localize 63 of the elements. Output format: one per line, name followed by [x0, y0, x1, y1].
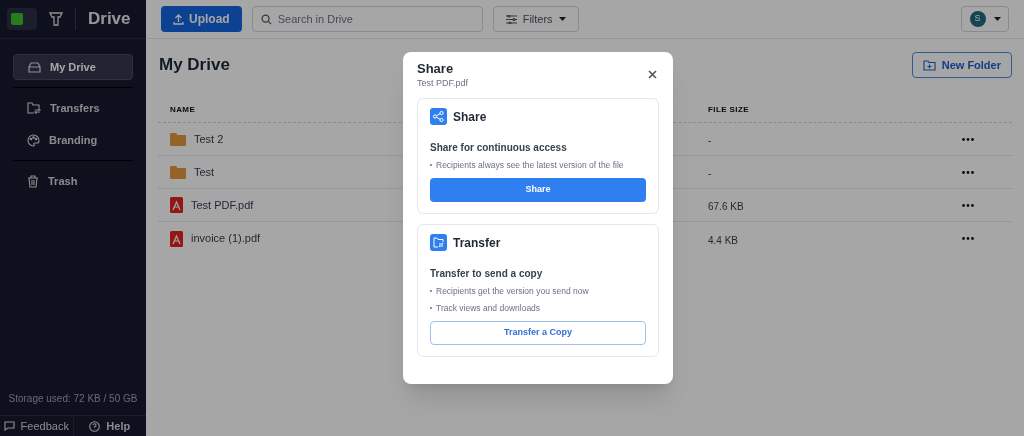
column-header: NAME: [170, 104, 196, 114]
close-icon: [647, 69, 657, 79]
upload-icon: [173, 13, 184, 25]
column-header: FILE SIZE: [708, 104, 749, 114]
transfer-copy-button[interactable]: Transfer a Copy: [430, 320, 646, 345]
bullet-text: Track views and downloads: [436, 301, 541, 315]
file-name: Test PDF.pdf: [417, 77, 469, 91]
filters-button[interactable]: Filters: [492, 6, 579, 32]
dialog-title: Share: [417, 61, 455, 78]
sidebar-item[interactable]: Branding: [13, 127, 133, 153]
option-heading: Share for continuous access: [430, 140, 568, 155]
close-button[interactable]: [645, 67, 659, 81]
file-size: -: [708, 168, 712, 179]
share-button[interactable]: Share: [430, 177, 646, 202]
option-title: Share: [453, 108, 487, 126]
logo-icon: [49, 11, 63, 27]
workspace-logo-icon: [11, 13, 23, 25]
bullet-text: Recipients get the version you send now: [436, 284, 589, 298]
sidebar-item[interactable]: Transfers: [13, 95, 133, 121]
palette-icon: [27, 133, 40, 147]
caret-icon: [993, 17, 1001, 21]
new-folder-button[interactable]: New Folder: [911, 52, 1012, 78]
chat-icon: [3, 421, 15, 431]
folder-icon: [170, 132, 186, 146]
help-icon: [89, 420, 101, 432]
folder-transfer-icon: [430, 234, 447, 252]
file-size: 67.6 KB: [708, 201, 744, 212]
file-name[interactable]: Test: [194, 163, 215, 181]
more-icon: [962, 137, 974, 141]
file-name[interactable]: Test PDF.pdf: [191, 196, 254, 214]
workspace-switcher[interactable]: [7, 8, 37, 30]
upload-button[interactable]: Upload: [161, 6, 242, 32]
file-size: -: [708, 135, 712, 146]
sidebar-item[interactable]: My Drive: [13, 54, 133, 80]
pdf-icon: [170, 230, 183, 247]
storage-usage: Storage used: 72 KB / 50 GB: [7, 392, 139, 406]
drive-icon: [28, 61, 41, 73]
folder-transfer-icon: [27, 102, 41, 114]
search-field[interactable]: Search in Drive: [251, 6, 483, 32]
avatar: S: [969, 11, 986, 27]
share-icon: [430, 108, 447, 126]
file-name[interactable]: Test 2: [194, 130, 224, 148]
trash-icon: [27, 174, 39, 188]
folder-plus-icon: [922, 59, 936, 71]
folder-icon: [170, 165, 186, 179]
account-menu[interactable]: S: [961, 6, 1009, 32]
bullet-text: Recipients always see the latest version of the file: [436, 158, 624, 172]
search-icon: [260, 14, 272, 25]
option-title: Transfer: [453, 234, 501, 252]
feedback-button[interactable]: Feedback: [0, 416, 74, 436]
filter-icon: [505, 14, 517, 24]
page-title: My Drive: [159, 54, 230, 77]
file-name[interactable]: invoice (1).pdf: [191, 230, 261, 247]
more-icon: [962, 170, 974, 174]
option-heading: Transfer to send a copy: [430, 266, 544, 281]
caret-icon: [558, 17, 566, 21]
help-button[interactable]: Help: [73, 416, 146, 436]
sidebar-item[interactable]: Trash: [13, 168, 133, 194]
pdf-icon: [170, 197, 183, 213]
app-title: Drive: [88, 8, 131, 31]
more-icon: [962, 237, 974, 240]
more-icon: [962, 203, 974, 207]
file-size: 4.4 KB: [708, 234, 739, 246]
